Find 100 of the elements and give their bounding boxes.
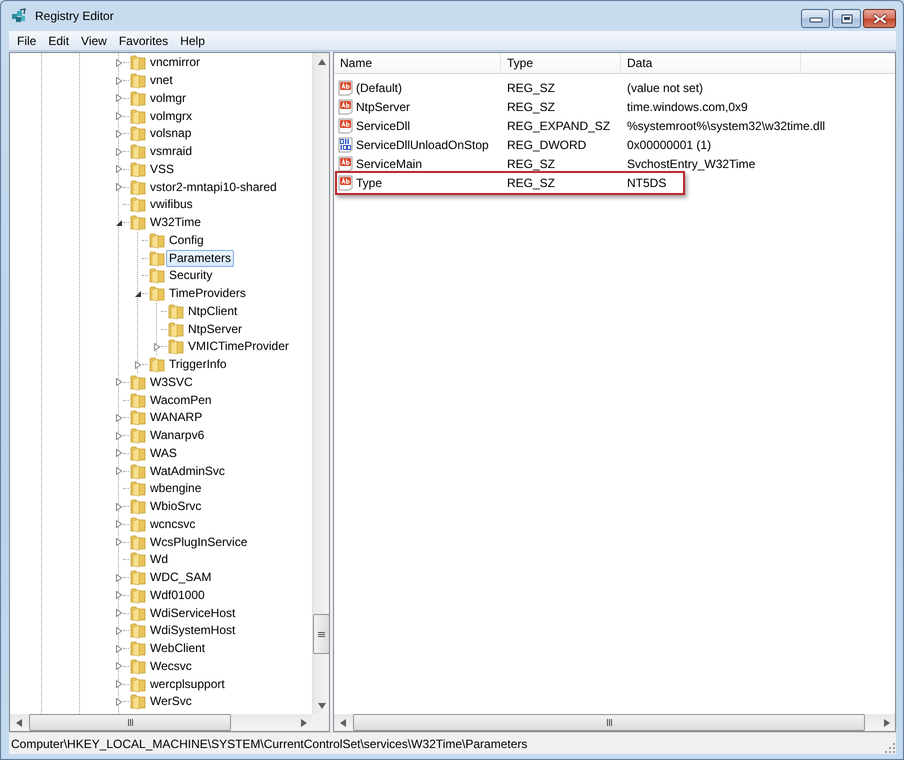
tree-item[interactable]: wcncsvc: [147, 516, 198, 533]
collapsed-arrow-icon[interactable]: [114, 165, 122, 174]
tree-item[interactable]: WANARP: [147, 409, 206, 426]
scrollbar-thumb[interactable]: [313, 614, 329, 654]
value-name[interactable]: (Default): [356, 80, 402, 94]
tree-item[interactable]: WAS: [147, 444, 180, 462]
menu-item[interactable]: View: [75, 31, 113, 50]
value-name[interactable]: NtpServer: [356, 100, 410, 114]
collapsed-arrow-icon[interactable]: [152, 342, 160, 351]
collapsed-arrow-icon[interactable]: [114, 520, 122, 528]
tree-item[interactable]: NtpServer: [185, 320, 246, 338]
tree-item[interactable]: VSS: [147, 160, 178, 178]
tree-item[interactable]: Wdf01000: [147, 586, 208, 604]
collapsed-arrow-icon[interactable]: [114, 76, 122, 85]
collapsed-arrow-icon[interactable]: [114, 626, 122, 635]
grip-icon: [318, 632, 325, 636]
collapsed-arrow-icon[interactable]: [134, 360, 142, 369]
minimize-icon: [808, 14, 822, 22]
tree-item[interactable]: wercplsupport: [147, 676, 228, 693]
expanded-arrow-icon[interactable]: [134, 290, 142, 298]
collapsed-arrow-icon[interactable]: [114, 467, 122, 476]
value-name[interactable]: ServiceMain: [356, 156, 422, 170]
close-button[interactable]: [863, 9, 896, 28]
tree-item[interactable]: WerSvc: [147, 693, 195, 710]
tree-item[interactable]: vsmraid: [147, 143, 196, 160]
folder-icon: [149, 267, 165, 284]
tree-item[interactable]: WdiServiceHost: [147, 604, 238, 622]
collapsed-arrow-icon[interactable]: [114, 662, 122, 670]
tree-item[interactable]: Parameters: [166, 250, 234, 267]
column-header[interactable]: Name: [334, 53, 501, 73]
collapsed-arrow-icon[interactable]: [114, 130, 122, 138]
tree-item[interactable]: volsnap: [147, 125, 194, 142]
value-name[interactable]: ServiceDll: [356, 118, 410, 132]
tree-item[interactable]: volmgr: [147, 90, 190, 107]
collapsed-arrow-icon[interactable]: [114, 94, 122, 102]
collapsed-arrow-icon[interactable]: [114, 538, 122, 546]
collapsed-arrow-icon[interactable]: [114, 502, 122, 511]
tree-item[interactable]: vncmirror: [147, 54, 203, 72]
string-value-icon: [338, 118, 354, 134]
collapsed-arrow-icon[interactable]: [114, 432, 122, 440]
menu-item[interactable]: Help: [174, 31, 211, 50]
table-cell-text: REG_SZ: [506, 80, 556, 94]
tree-item[interactable]: Wd: [147, 551, 171, 568]
tree-item[interactable]: WDC_SAM: [147, 569, 214, 586]
collapsed-arrow-icon[interactable]: [114, 378, 122, 386]
collapsed-arrow-icon[interactable]: [114, 680, 122, 688]
collapsed-arrow-icon[interactable]: [114, 698, 122, 706]
menu-item[interactable]: File: [11, 31, 42, 50]
expanded-arrow-icon[interactable]: [114, 218, 122, 227]
scrollbar-thumb[interactable]: [29, 714, 231, 731]
tree-item[interactable]: WacomPen: [147, 392, 215, 409]
collapsed-arrow-icon[interactable]: [114, 644, 122, 653]
maximize-button[interactable]: [832, 9, 861, 28]
tree-item[interactable]: NtpClient: [185, 302, 240, 320]
collapsed-arrow-icon[interactable]: [114, 591, 122, 600]
value-name[interactable]: Type: [356, 176, 382, 190]
folder-icon: [130, 72, 146, 90]
folder-icon: [130, 569, 146, 586]
tree-item[interactable]: Security: [166, 267, 216, 284]
table-cell-text: (value not set): [626, 80, 704, 94]
collapsed-arrow-icon[interactable]: [114, 574, 122, 582]
folder-icon: [130, 125, 146, 142]
collapsed-arrow-icon[interactable]: [114, 609, 122, 618]
tree-item[interactable]: Wanarpv6: [147, 427, 208, 444]
tree-item[interactable]: vstor2-mntapi10-shared: [147, 178, 280, 196]
tree-item[interactable]: VMICTimeProvider: [185, 338, 292, 356]
column-header[interactable]: Data: [621, 53, 801, 73]
folder-icon: [149, 356, 165, 374]
value-name[interactable]: ServiceDllUnloadOnStop: [356, 138, 489, 152]
folder-icon: [130, 143, 146, 160]
menu-item[interactable]: Favorites: [112, 31, 174, 50]
horizontal-scrollbar[interactable]: [10, 714, 312, 731]
caret-right-icon: [884, 718, 890, 726]
collapsed-arrow-icon[interactable]: [114, 414, 122, 422]
collapsed-arrow-icon[interactable]: [114, 148, 122, 156]
folder-icon: [130, 676, 146, 693]
tree-item[interactable]: wbengine: [147, 480, 204, 498]
tree-item[interactable]: WdiSystemHost: [147, 622, 238, 640]
tree-item[interactable]: Wecsvc: [147, 658, 195, 675]
collapsed-arrow-icon[interactable]: [114, 449, 122, 458]
folder-icon: [149, 232, 165, 249]
tree-item[interactable]: vwifibus: [147, 196, 196, 214]
tree-item[interactable]: vnet: [147, 72, 176, 90]
tree-item[interactable]: WbioSrvc: [147, 498, 204, 516]
tree-item[interactable]: WatAdminSvc: [147, 462, 228, 480]
tree-item[interactable]: TriggerInfo: [166, 356, 230, 374]
column-header[interactable]: Type: [501, 53, 621, 73]
tree-item[interactable]: W32Time: [147, 214, 204, 232]
menu-item[interactable]: Edit: [42, 31, 76, 50]
collapsed-arrow-icon[interactable]: [114, 183, 122, 192]
collapsed-arrow-icon[interactable]: [114, 112, 122, 120]
tree-item[interactable]: Config: [166, 232, 207, 249]
minimize-button[interactable]: [801, 9, 830, 28]
tree-item[interactable]: TimeProviders: [166, 285, 249, 302]
collapsed-arrow-icon[interactable]: [114, 58, 122, 67]
tree-item[interactable]: WcsPlugInService: [147, 534, 250, 551]
tree-item[interactable]: W3SVC: [147, 374, 196, 391]
vertical-scrollbar[interactable]: [312, 53, 329, 714]
tree-item[interactable]: volmgrx: [147, 108, 196, 125]
tree-item[interactable]: WebClient: [147, 640, 208, 658]
